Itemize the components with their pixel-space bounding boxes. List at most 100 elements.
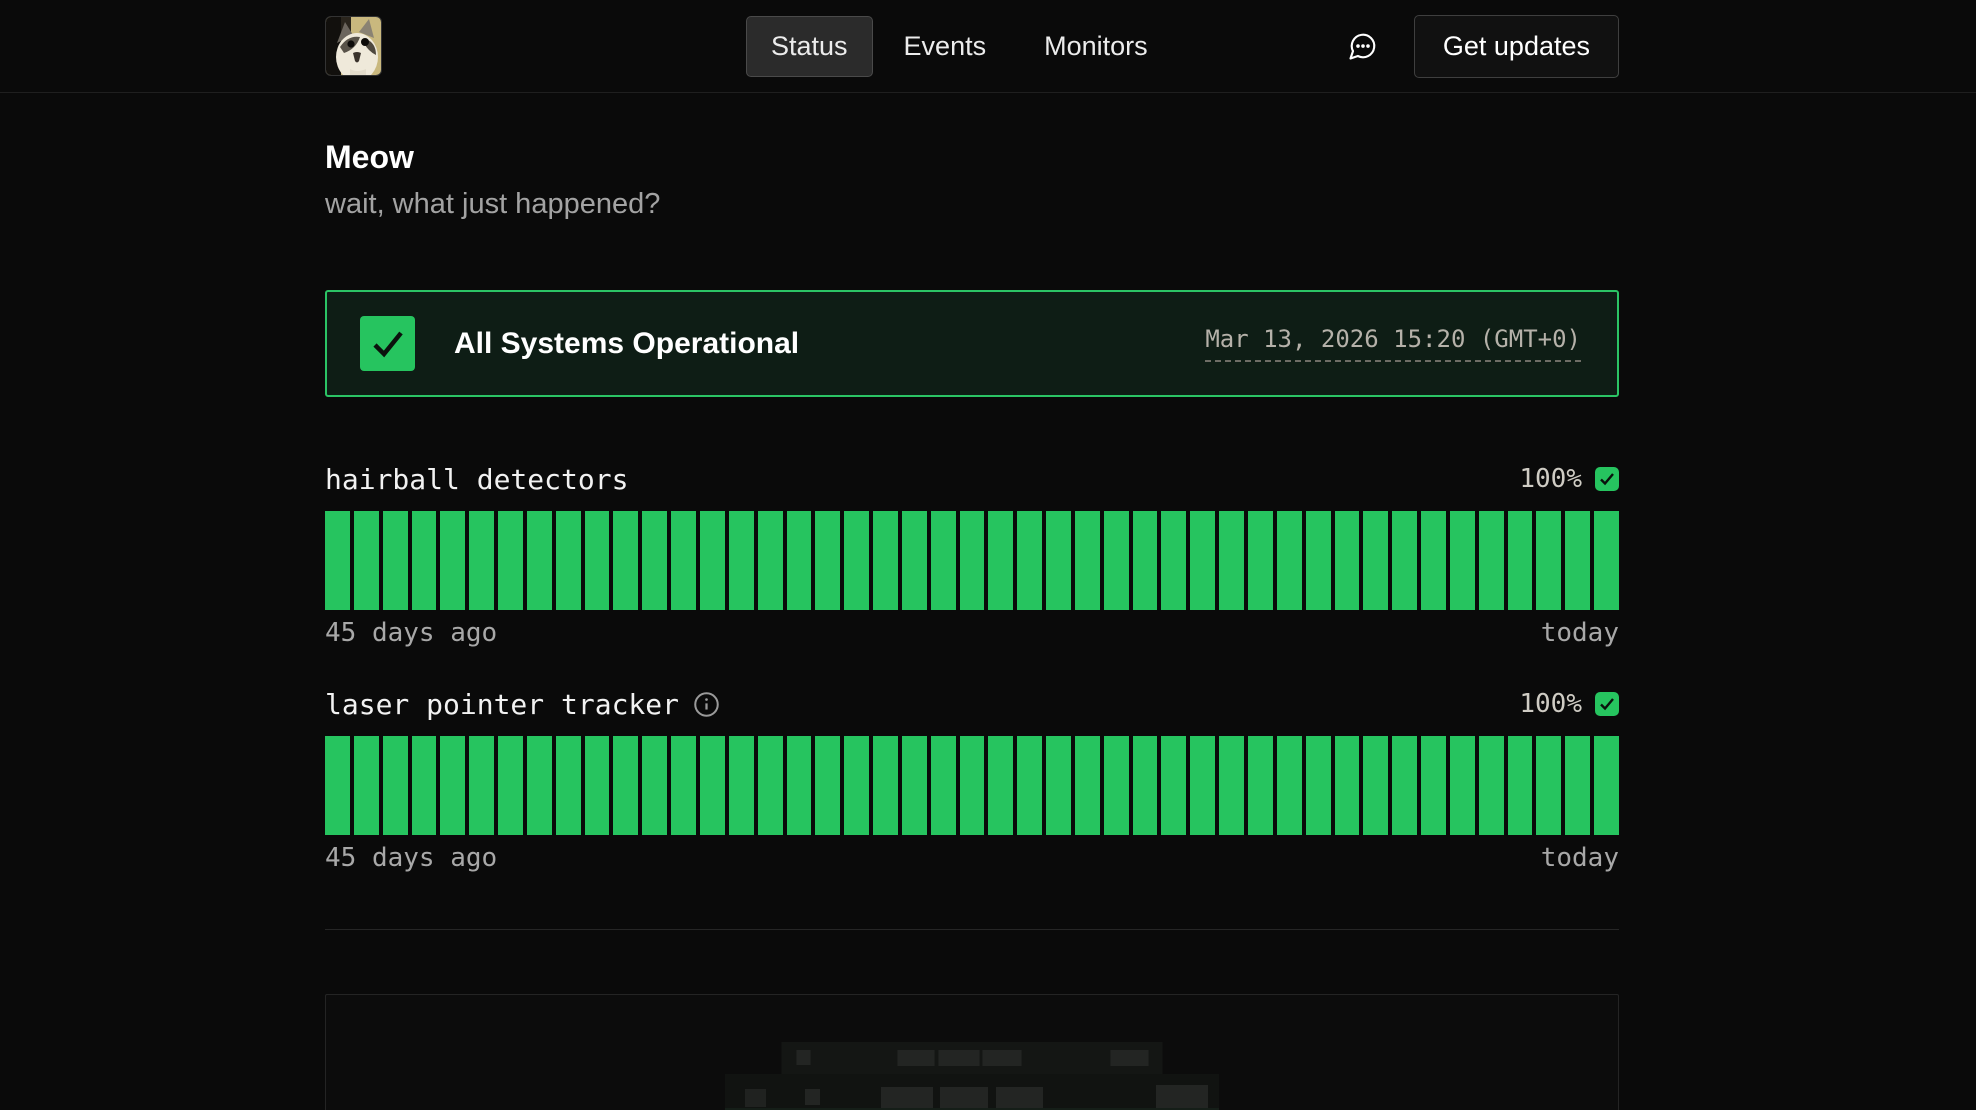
range-start-label: 45 days ago [325, 618, 497, 648]
uptime-day-bar[interactable] [1017, 511, 1042, 610]
uptime-day-bar[interactable] [873, 511, 898, 610]
nav-tab-monitors[interactable]: Monitors [1044, 17, 1148, 76]
uptime-day-bar[interactable] [1450, 511, 1475, 610]
uptime-day-bar[interactable] [1363, 736, 1388, 835]
uptime-day-bar[interactable] [700, 511, 725, 610]
uptime-day-bar[interactable] [613, 736, 638, 835]
uptime-day-bar[interactable] [498, 511, 523, 610]
uptime-day-bar[interactable] [729, 736, 754, 835]
uptime-day-bar[interactable] [873, 736, 898, 835]
uptime-day-bar[interactable] [585, 736, 610, 835]
nav-tab-status[interactable]: Status [746, 16, 873, 77]
uptime-day-bar[interactable] [1565, 511, 1590, 610]
uptime-day-bar[interactable] [1277, 736, 1302, 835]
uptime-day-bar[interactable] [1363, 511, 1388, 610]
uptime-day-bar[interactable] [1075, 736, 1100, 835]
uptime-day-bar[interactable] [1421, 511, 1446, 610]
uptime-day-bar[interactable] [1335, 736, 1360, 835]
uptime-day-bar[interactable] [642, 511, 667, 610]
uptime-day-bar[interactable] [527, 736, 552, 835]
uptime-day-bar[interactable] [1479, 511, 1504, 610]
info-icon[interactable] [693, 691, 720, 718]
uptime-day-bar[interactable] [1104, 511, 1129, 610]
uptime-day-bar[interactable] [1536, 736, 1561, 835]
uptime-day-bar[interactable] [585, 511, 610, 610]
uptime-day-bar[interactable] [1219, 511, 1244, 610]
uptime-day-bar[interactable] [1594, 511, 1619, 610]
uptime-day-bar[interactable] [1190, 511, 1215, 610]
uptime-day-bar[interactable] [1277, 511, 1302, 610]
uptime-day-bar[interactable] [469, 736, 494, 835]
uptime-day-bar[interactable] [988, 736, 1013, 835]
uptime-day-bar[interactable] [1219, 736, 1244, 835]
uptime-day-bar[interactable] [787, 736, 812, 835]
uptime-day-bar[interactable] [1450, 736, 1475, 835]
uptime-day-bar[interactable] [931, 736, 956, 835]
uptime-day-bar[interactable] [1046, 511, 1071, 610]
uptime-day-bar[interactable] [931, 511, 956, 610]
uptime-day-bar[interactable] [1133, 736, 1158, 835]
uptime-day-bar[interactable] [412, 736, 437, 835]
get-updates-button[interactable]: Get updates [1414, 15, 1619, 78]
uptime-day-bar[interactable] [1017, 736, 1042, 835]
uptime-bars[interactable] [325, 511, 1619, 610]
uptime-day-bar[interactable] [758, 736, 783, 835]
uptime-day-bar[interactable] [700, 736, 725, 835]
uptime-day-bar[interactable] [354, 511, 379, 610]
uptime-day-bar[interactable] [1508, 511, 1533, 610]
uptime-day-bar[interactable] [1392, 511, 1417, 610]
uptime-day-bar[interactable] [1161, 736, 1186, 835]
uptime-day-bar[interactable] [383, 511, 408, 610]
uptime-day-bar[interactable] [642, 736, 667, 835]
uptime-day-bar[interactable] [902, 736, 927, 835]
uptime-day-bar[interactable] [960, 736, 985, 835]
uptime-day-bar[interactable] [556, 736, 581, 835]
nav-tab-events[interactable]: Events [904, 17, 987, 76]
feedback-chat-icon[interactable] [1348, 31, 1378, 61]
uptime-day-bar[interactable] [844, 511, 869, 610]
uptime-day-bar[interactable] [844, 736, 869, 835]
uptime-day-bar[interactable] [1565, 736, 1590, 835]
uptime-day-bar[interactable] [412, 511, 437, 610]
uptime-day-bar[interactable] [988, 511, 1013, 610]
uptime-day-bar[interactable] [1536, 511, 1561, 610]
uptime-day-bar[interactable] [1248, 736, 1273, 835]
status-timestamp[interactable]: Mar 13, 2026 15:20 (GMT+0) [1205, 325, 1581, 362]
uptime-day-bar[interactable] [1392, 736, 1417, 835]
uptime-day-bar[interactable] [815, 511, 840, 610]
uptime-day-bar[interactable] [440, 511, 465, 610]
uptime-day-bar[interactable] [527, 511, 552, 610]
uptime-day-bar[interactable] [1104, 736, 1129, 835]
uptime-day-bar[interactable] [1161, 511, 1186, 610]
uptime-day-bar[interactable] [383, 736, 408, 835]
uptime-day-bar[interactable] [960, 511, 985, 610]
uptime-day-bar[interactable] [325, 736, 350, 835]
uptime-day-bar[interactable] [1248, 511, 1273, 610]
uptime-day-bar[interactable] [815, 736, 840, 835]
uptime-bars[interactable] [325, 736, 1619, 835]
uptime-day-bar[interactable] [1046, 736, 1071, 835]
uptime-day-bar[interactable] [325, 511, 350, 610]
uptime-day-bar[interactable] [1594, 736, 1619, 835]
uptime-day-bar[interactable] [1306, 511, 1331, 610]
uptime-day-bar[interactable] [613, 511, 638, 610]
uptime-day-bar[interactable] [1133, 511, 1158, 610]
uptime-day-bar[interactable] [787, 511, 812, 610]
uptime-day-bar[interactable] [1508, 736, 1533, 835]
uptime-day-bar[interactable] [758, 511, 783, 610]
uptime-day-bar[interactable] [440, 736, 465, 835]
uptime-day-bar[interactable] [1421, 736, 1446, 835]
uptime-day-bar[interactable] [556, 511, 581, 610]
uptime-day-bar[interactable] [1075, 511, 1100, 610]
uptime-day-bar[interactable] [1479, 736, 1504, 835]
uptime-day-bar[interactable] [671, 511, 696, 610]
uptime-day-bar[interactable] [671, 736, 696, 835]
uptime-day-bar[interactable] [469, 511, 494, 610]
uptime-day-bar[interactable] [1190, 736, 1215, 835]
uptime-day-bar[interactable] [1306, 736, 1331, 835]
uptime-day-bar[interactable] [729, 511, 754, 610]
uptime-day-bar[interactable] [354, 736, 379, 835]
uptime-day-bar[interactable] [1335, 511, 1360, 610]
uptime-day-bar[interactable] [498, 736, 523, 835]
uptime-day-bar[interactable] [902, 511, 927, 610]
